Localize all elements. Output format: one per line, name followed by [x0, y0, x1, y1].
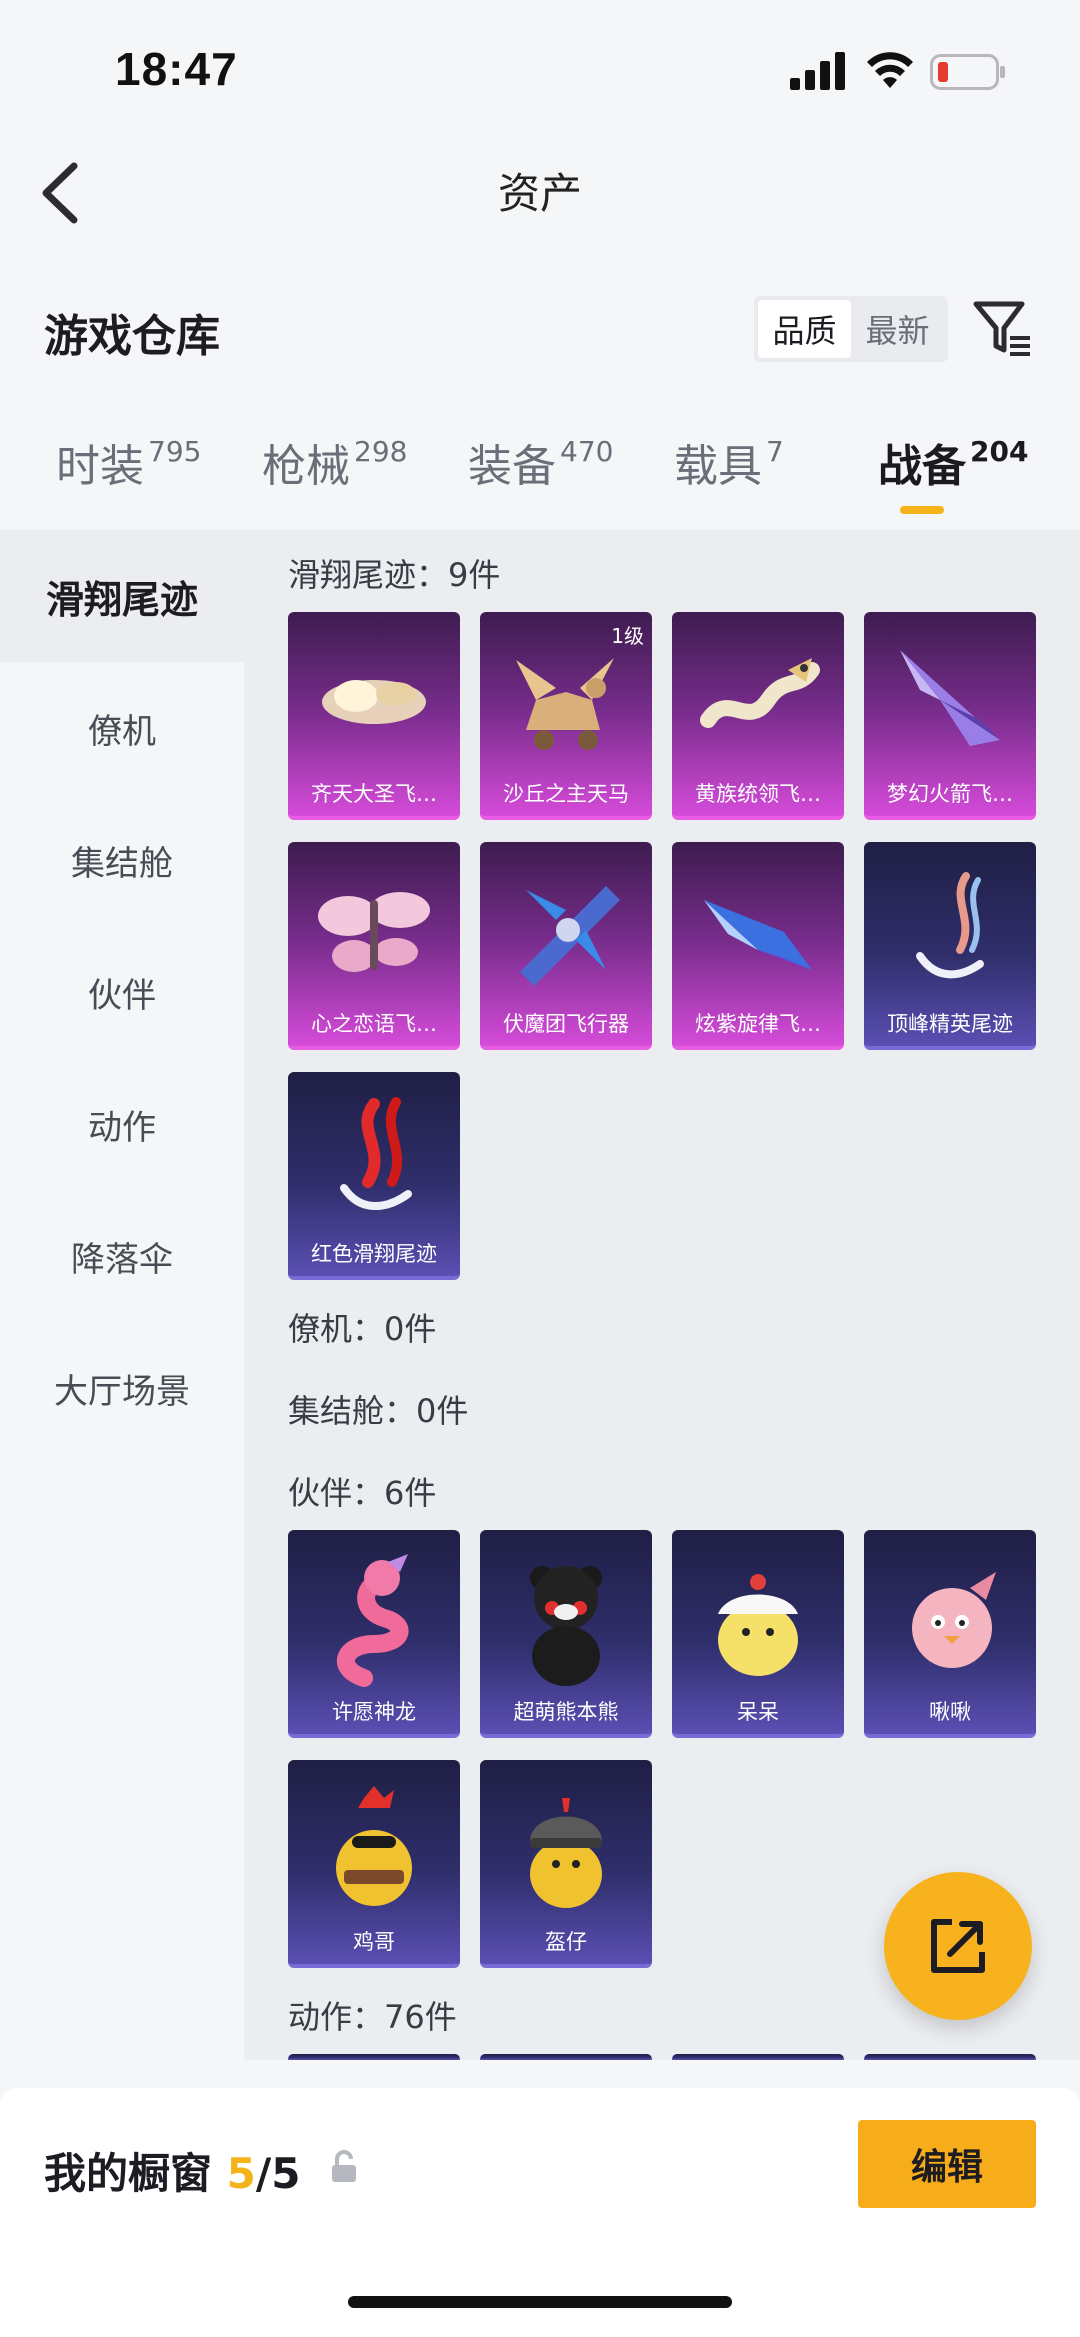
pink-bird-icon — [912, 1572, 996, 1668]
share-icon — [931, 1919, 985, 1973]
cloud-icon — [322, 680, 426, 724]
item-name: 红色滑翔尾迹 — [311, 1242, 437, 1266]
item-card[interactable]: 超萌熊本熊 — [480, 1530, 652, 1738]
bear-icon — [530, 1566, 602, 1686]
item-name: 啾啾 — [929, 1700, 971, 1724]
cellular-signal-icon — [790, 52, 845, 90]
tab-outfits[interactable]: 时装 795 — [56, 430, 201, 494]
section-header-partner: 伙伴：6件 — [288, 1474, 437, 1512]
item-name: 盔仔 — [545, 1930, 587, 1954]
item-card[interactable] — [288, 2054, 460, 2060]
item-card[interactable]: 心之恋语飞… — [288, 842, 460, 1050]
dragon-icon — [700, 658, 820, 728]
item-card[interactable] — [864, 2054, 1036, 2060]
status-time: 18:47 — [115, 43, 238, 95]
item-card[interactable]: 红色滑翔尾迹 — [288, 1072, 460, 1280]
filter-icon[interactable] — [972, 298, 1032, 358]
item-name: 梦幻火箭飞… — [887, 782, 1013, 806]
item-card[interactable]: 盔仔 — [480, 1760, 652, 1968]
sort-quality-option[interactable]: 品质 — [758, 300, 851, 358]
item-card[interactable]: 啾啾 — [864, 1530, 1036, 1738]
item-card[interactable]: 顶峰精英尾迹 — [864, 842, 1036, 1050]
glider-icon — [900, 650, 1000, 746]
item-name: 伏魔团飞行器 — [503, 1012, 629, 1036]
category-glide-trail[interactable]: 滑翔尾迹 — [0, 530, 244, 662]
item-name: 呆呆 — [737, 1700, 779, 1724]
section-header-emote: 动作：76件 — [288, 1998, 457, 2036]
home-indicator — [348, 2296, 732, 2308]
lock-icon — [332, 2150, 356, 2182]
edit-button[interactable]: 编辑 — [858, 2120, 1036, 2208]
tab-bar: 时装 795 枪械 298 装备 470 载具 7 战备 204 — [0, 430, 1080, 530]
item-card[interactable]: 齐天大圣飞… — [288, 612, 460, 820]
share-button[interactable] — [884, 1872, 1032, 2020]
item-card[interactable]: 许愿神龙 — [288, 1530, 460, 1738]
active-tab-indicator — [900, 506, 944, 514]
item-name: 顶峰精英尾迹 — [887, 1012, 1013, 1036]
item-name: 黄族统领飞… — [695, 782, 821, 806]
section-header-glide-trail: 滑翔尾迹：9件 — [288, 556, 501, 594]
category-parachute[interactable]: 降落伞 — [0, 1190, 244, 1322]
tab-equipment[interactable]: 装备 470 — [468, 430, 613, 494]
tab-vehicles[interactable]: 载具 7 — [674, 430, 784, 494]
category-lobby-scene[interactable]: 大厅场景 — [0, 1322, 244, 1454]
tab-combat-gear[interactable]: 战备 204 — [878, 430, 1028, 494]
section-header-assembly-pod: 集结舱：0件 — [288, 1392, 469, 1430]
category-sidebar: 滑翔尾迹 僚机 集结舱 伙伴 动作 降落伞 大厅场景 — [0, 530, 244, 2060]
pink-dragon-icon — [336, 1554, 409, 1687]
item-card[interactable]: 1级 沙丘之主天马 — [480, 612, 652, 820]
item-name: 心之恋语飞… — [311, 1012, 437, 1036]
item-name: 齐天大圣飞… — [311, 782, 437, 806]
showcase-total-count: /5 — [255, 2149, 301, 2198]
butterfly-icon — [318, 892, 430, 972]
item-card[interactable]: 梦幻火箭飞… — [864, 612, 1036, 820]
item-card[interactable]: 呆呆 — [672, 1530, 844, 1738]
red-trail-icon — [340, 1097, 412, 1210]
item-card[interactable]: 伏魔团飞行器 — [480, 842, 652, 1050]
helmet-chick-icon — [530, 1798, 602, 1908]
showcase-used-count: 5 — [226, 2149, 256, 2198]
item-card[interactable] — [480, 2054, 652, 2060]
showcase-label: 我的橱窗 5/5 — [44, 2149, 301, 2198]
category-partner[interactable]: 伙伴 — [0, 926, 244, 1058]
item-card[interactable] — [672, 2054, 844, 2060]
item-card[interactable]: 鸡哥 — [288, 1760, 460, 1968]
battery-low-icon — [930, 54, 1005, 90]
pegasus-icon — [516, 658, 614, 750]
item-card[interactable]: 炫紫旋律飞… — [672, 842, 844, 1050]
aircraft-icon — [520, 886, 620, 986]
item-name: 许愿神龙 — [332, 1700, 416, 1724]
warehouse-title: 游戏仓库 — [44, 311, 220, 362]
item-name: 鸡哥 — [353, 1930, 395, 1954]
sort-newest-option[interactable]: 最新 — [851, 300, 944, 358]
item-name: 炫紫旋律飞… — [695, 1012, 821, 1036]
rooster-icon — [336, 1786, 412, 1906]
wifi-icon — [867, 52, 913, 88]
category-assembly-pod[interactable]: 集结舱 — [0, 794, 244, 926]
status-bar: 18:47 — [0, 0, 1080, 140]
item-grid-panel: 滑翔尾迹：9件 齐天大圣飞… 1级 沙丘之主天马 黄族统领飞… 梦幻火箭飞… 心… — [244, 530, 1080, 2060]
category-wingman[interactable]: 僚机 — [0, 662, 244, 794]
item-card[interactable]: 黄族统领飞… — [672, 612, 844, 820]
trail-icon — [916, 872, 984, 979]
category-emote[interactable]: 动作 — [0, 1058, 244, 1190]
tab-weapons[interactable]: 枪械 298 — [262, 430, 407, 494]
sort-toggle: 品质 最新 — [754, 296, 948, 362]
chick-icon — [718, 1574, 798, 1676]
section-header-wingman: 僚机：0件 — [288, 1310, 437, 1348]
item-name: 沙丘之主天马 — [503, 782, 629, 806]
item-name: 超萌熊本熊 — [513, 1700, 619, 1724]
glider-icon — [704, 900, 812, 970]
page-title: 资产 — [497, 169, 582, 218]
